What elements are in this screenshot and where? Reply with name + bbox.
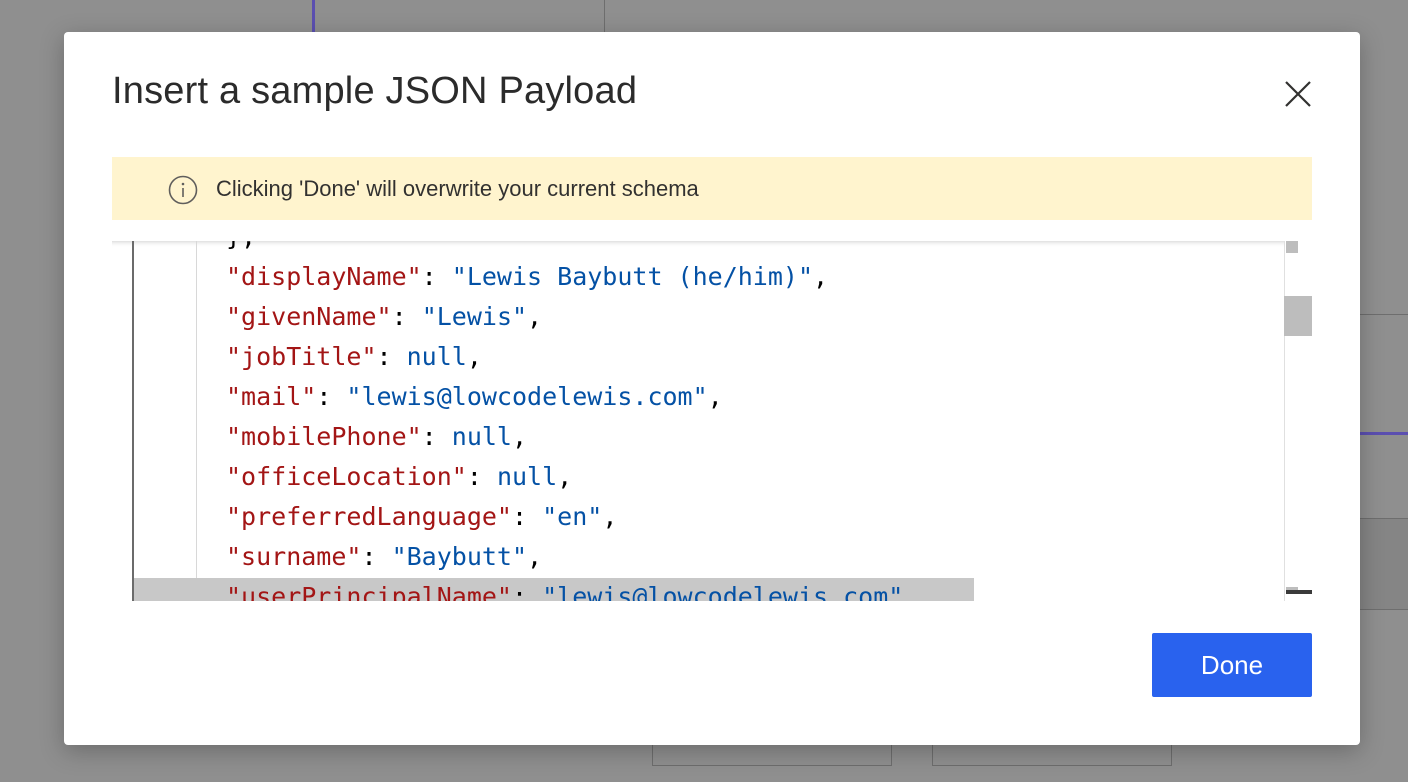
json-key: "officeLocation": [226, 462, 467, 491]
editor-scrollbar[interactable]: [1284, 241, 1312, 601]
json-punctuation: :: [511, 582, 543, 601]
background-accent-line: [1360, 432, 1408, 435]
json-key: "displayName": [226, 262, 422, 291]
background-panel: [1360, 518, 1408, 610]
code-line[interactable]: },: [226, 241, 918, 257]
scrollbar-thumb[interactable]: [1284, 296, 1312, 336]
json-value: "Lewis Baybutt (he/him)": [451, 262, 814, 291]
code-lines: }, "displayName": "Lewis Baybutt (he/him)…: [226, 241, 918, 601]
json-key: "preferredLanguage": [226, 502, 512, 531]
json-key: "mobilePhone": [226, 422, 422, 451]
close-button[interactable]: [1280, 76, 1316, 112]
json-value: null: [451, 422, 512, 451]
json-key: "mail": [226, 382, 317, 411]
json-code-editor[interactable]: }, "displayName": "Lewis Baybutt (he/him)…: [112, 241, 1312, 601]
code-line[interactable]: "displayName": "Lewis Baybutt (he/him)",: [226, 257, 918, 297]
json-punctuation: ,: [512, 422, 528, 451]
json-value: "en": [542, 502, 603, 531]
json-punctuation: :: [376, 342, 407, 371]
code-line[interactable]: "mail": "lewis@lowcodelewis.com",: [226, 377, 918, 417]
json-key: "givenName": [226, 302, 392, 331]
json-punctuation: :: [466, 462, 497, 491]
json-punctuation: ,: [903, 582, 919, 601]
json-punctuation: ,: [527, 542, 543, 571]
json-key: "userPrincipalName": [226, 582, 512, 601]
json-punctuation: },: [226, 241, 256, 251]
warning-message-bar: Clicking 'Done' will overwrite your curr…: [112, 157, 1312, 220]
warning-text: Clicking 'Done' will overwrite your curr…: [216, 176, 699, 201]
scrollbar-marker: [1286, 241, 1298, 253]
json-punctuation: ,: [707, 382, 723, 411]
info-icon: [168, 175, 198, 205]
code-line[interactable]: "officeLocation": null,: [226, 457, 918, 497]
json-value: "lewis@lowcodelewis.com": [542, 582, 904, 601]
json-punctuation: :: [391, 302, 422, 331]
close-icon: [1285, 81, 1311, 107]
code-line[interactable]: "preferredLanguage": "en",: [226, 497, 918, 537]
json-punctuation: ,: [466, 342, 482, 371]
json-value: "lewis@lowcodelewis.com": [346, 382, 708, 411]
json-punctuation: :: [421, 422, 452, 451]
json-punctuation: :: [421, 262, 452, 291]
code-line[interactable]: "surname": "Baybutt",: [226, 537, 918, 577]
code-line[interactable]: "jobTitle": null,: [226, 337, 918, 377]
background-divider: [1360, 314, 1408, 315]
background-accent-line: [312, 0, 315, 34]
json-value: "Baybutt": [391, 542, 528, 571]
done-button[interactable]: Done: [1152, 633, 1312, 697]
json-value: null: [496, 462, 558, 491]
editor-gutter-border: [132, 241, 134, 601]
code-line[interactable]: "mobilePhone": null,: [226, 417, 918, 457]
json-punctuation: ,: [813, 262, 829, 291]
json-punctuation: ,: [527, 302, 543, 331]
sample-payload-dialog: Insert a sample JSON Payload Clicking 'D…: [64, 32, 1360, 745]
json-value: null: [406, 342, 467, 371]
dialog-title: Insert a sample JSON Payload: [112, 70, 638, 112]
json-punctuation: :: [511, 502, 543, 531]
background-button: [652, 745, 892, 766]
json-value: "Lewis": [421, 302, 528, 331]
background-divider: [604, 0, 605, 34]
scrollbar-cursor-marker: [1286, 590, 1312, 594]
json-punctuation: ,: [602, 502, 618, 531]
json-punctuation: :: [361, 542, 392, 571]
json-key: "jobTitle": [226, 342, 377, 371]
json-punctuation: ,: [557, 462, 573, 491]
json-key: "surname": [226, 542, 362, 571]
code-line[interactable]: "givenName": "Lewis",: [226, 297, 918, 337]
json-punctuation: :: [316, 382, 347, 411]
code-line[interactable]: "userPrincipalName": "lewis@lowcodelewis…: [226, 577, 918, 601]
background-button: [932, 745, 1172, 766]
indent-guide: [196, 241, 197, 601]
